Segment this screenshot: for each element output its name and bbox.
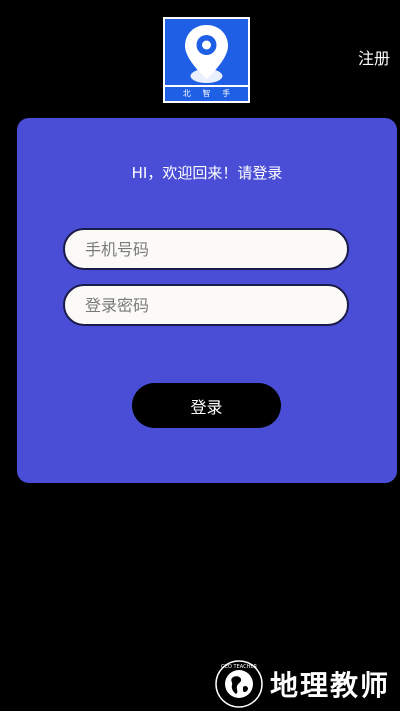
logo-caption: 北 智 手 bbox=[165, 85, 248, 101]
globe-seal-icon: GEO TEACHER bbox=[215, 660, 263, 708]
logo-char: 手 bbox=[222, 89, 231, 98]
location-pin-icon bbox=[185, 25, 228, 83]
logo-char: 智 bbox=[202, 89, 211, 98]
seal-text: GEO TEACHER bbox=[221, 664, 258, 670]
password-input[interactable] bbox=[63, 284, 349, 326]
watermark-text: 地理教师 bbox=[269, 669, 390, 702]
logo-char: 北 bbox=[182, 89, 191, 98]
phone-input[interactable] bbox=[63, 228, 349, 270]
register-link[interactable]: 注册 bbox=[358, 48, 390, 70]
app-logo: 北 智 手 bbox=[163, 17, 250, 103]
login-button[interactable]: 登录 bbox=[132, 383, 281, 428]
watermark: GEO TEACHER 地理教师 bbox=[214, 659, 390, 709]
login-card: HI，欢迎回来！请登录 登录 bbox=[17, 118, 397, 483]
greeting-text: HI，欢迎回来！请登录 bbox=[131, 164, 283, 182]
